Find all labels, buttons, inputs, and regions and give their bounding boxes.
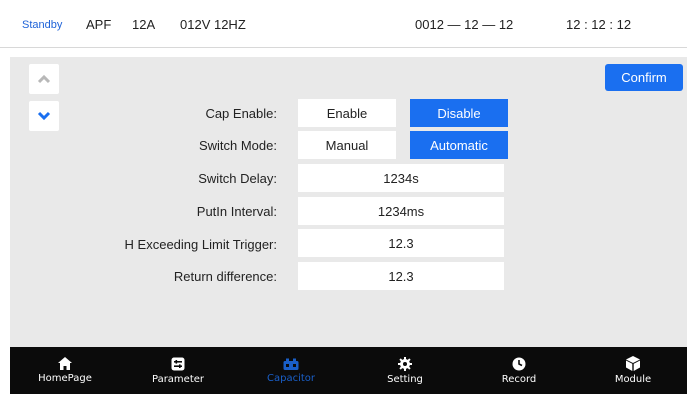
module-icon <box>626 356 640 371</box>
current-readout: 12A <box>132 17 156 32</box>
confirm-button[interactable]: Confirm <box>605 64 683 91</box>
status-bar: Standby APF 12A 012V 12HZ 0012 — 12 — 12… <box>0 0 687 48</box>
mode-indicator: Standby <box>22 19 63 31</box>
capacitor-icon <box>283 358 299 370</box>
chevron-up-icon <box>37 74 51 84</box>
switch-delay-label: Switch Delay: <box>198 171 277 186</box>
parameter-icon <box>171 357 185 370</box>
tab-capacitor-label: Capacitor <box>266 372 315 384</box>
cap-enable-option-enable[interactable]: Enable <box>298 99 396 127</box>
putin-interval-field[interactable]: 1234ms <box>298 197 504 225</box>
return-difference-label: Return difference: <box>173 269 277 284</box>
switch-mode-option-automatic[interactable]: Automatic <box>410 131 508 159</box>
tab-parameter-label: Parameter <box>151 373 205 385</box>
tab-setting[interactable]: Setting <box>350 347 460 394</box>
tab-homepage-label: HomePage <box>38 373 92 384</box>
home-icon <box>58 357 72 370</box>
cap-enable-option-disable[interactable]: Disable <box>410 99 508 127</box>
tab-parameter[interactable]: Parameter <box>123 347 233 394</box>
clock-icon <box>512 357 526 370</box>
tab-module-label: Module <box>614 374 652 385</box>
h-exceeding-limit-trigger-field[interactable]: 12.3 <box>298 229 504 257</box>
tab-module[interactable]: Module <box>578 347 687 394</box>
switch-mode-label: Switch Mode: <box>198 138 277 153</box>
gear-icon <box>398 356 412 371</box>
tab-capacitor[interactable]: Capacitor <box>236 347 346 394</box>
device-name: APF <box>86 17 112 32</box>
putin-interval-label: PutIn Interval: <box>196 204 277 219</box>
tab-record[interactable]: Record <box>464 347 574 394</box>
switch-mode-option-manual[interactable]: Manual <box>298 131 396 159</box>
tab-homepage[interactable]: HomePage <box>10 347 120 394</box>
return-difference-field[interactable]: 12.3 <box>298 262 504 290</box>
capacitor-settings-panel: Confirm Cap Enable: Enable Disable Switc… <box>10 57 687 347</box>
page-up-button[interactable] <box>29 64 59 94</box>
tab-setting-label: Setting <box>387 373 423 385</box>
tab-record-label: Record <box>501 373 537 385</box>
cap-enable-label: Cap Enable: <box>205 106 277 121</box>
time-display: 12 : 12 : 12 <box>566 17 632 32</box>
date-display: 0012 — 12 — 12 <box>415 17 514 32</box>
h-exceeding-limit-trigger-label: H Exceeding Limit Trigger: <box>124 237 277 252</box>
chevron-down-icon <box>37 111 51 121</box>
bottom-navigation: HomePage Parameter Capacitor Setting Rec… <box>10 347 687 394</box>
page-down-button[interactable] <box>29 101 59 131</box>
switch-delay-field[interactable]: 1234s <box>298 164 504 192</box>
voltage-frequency-readout: 012V 12HZ <box>180 17 246 32</box>
